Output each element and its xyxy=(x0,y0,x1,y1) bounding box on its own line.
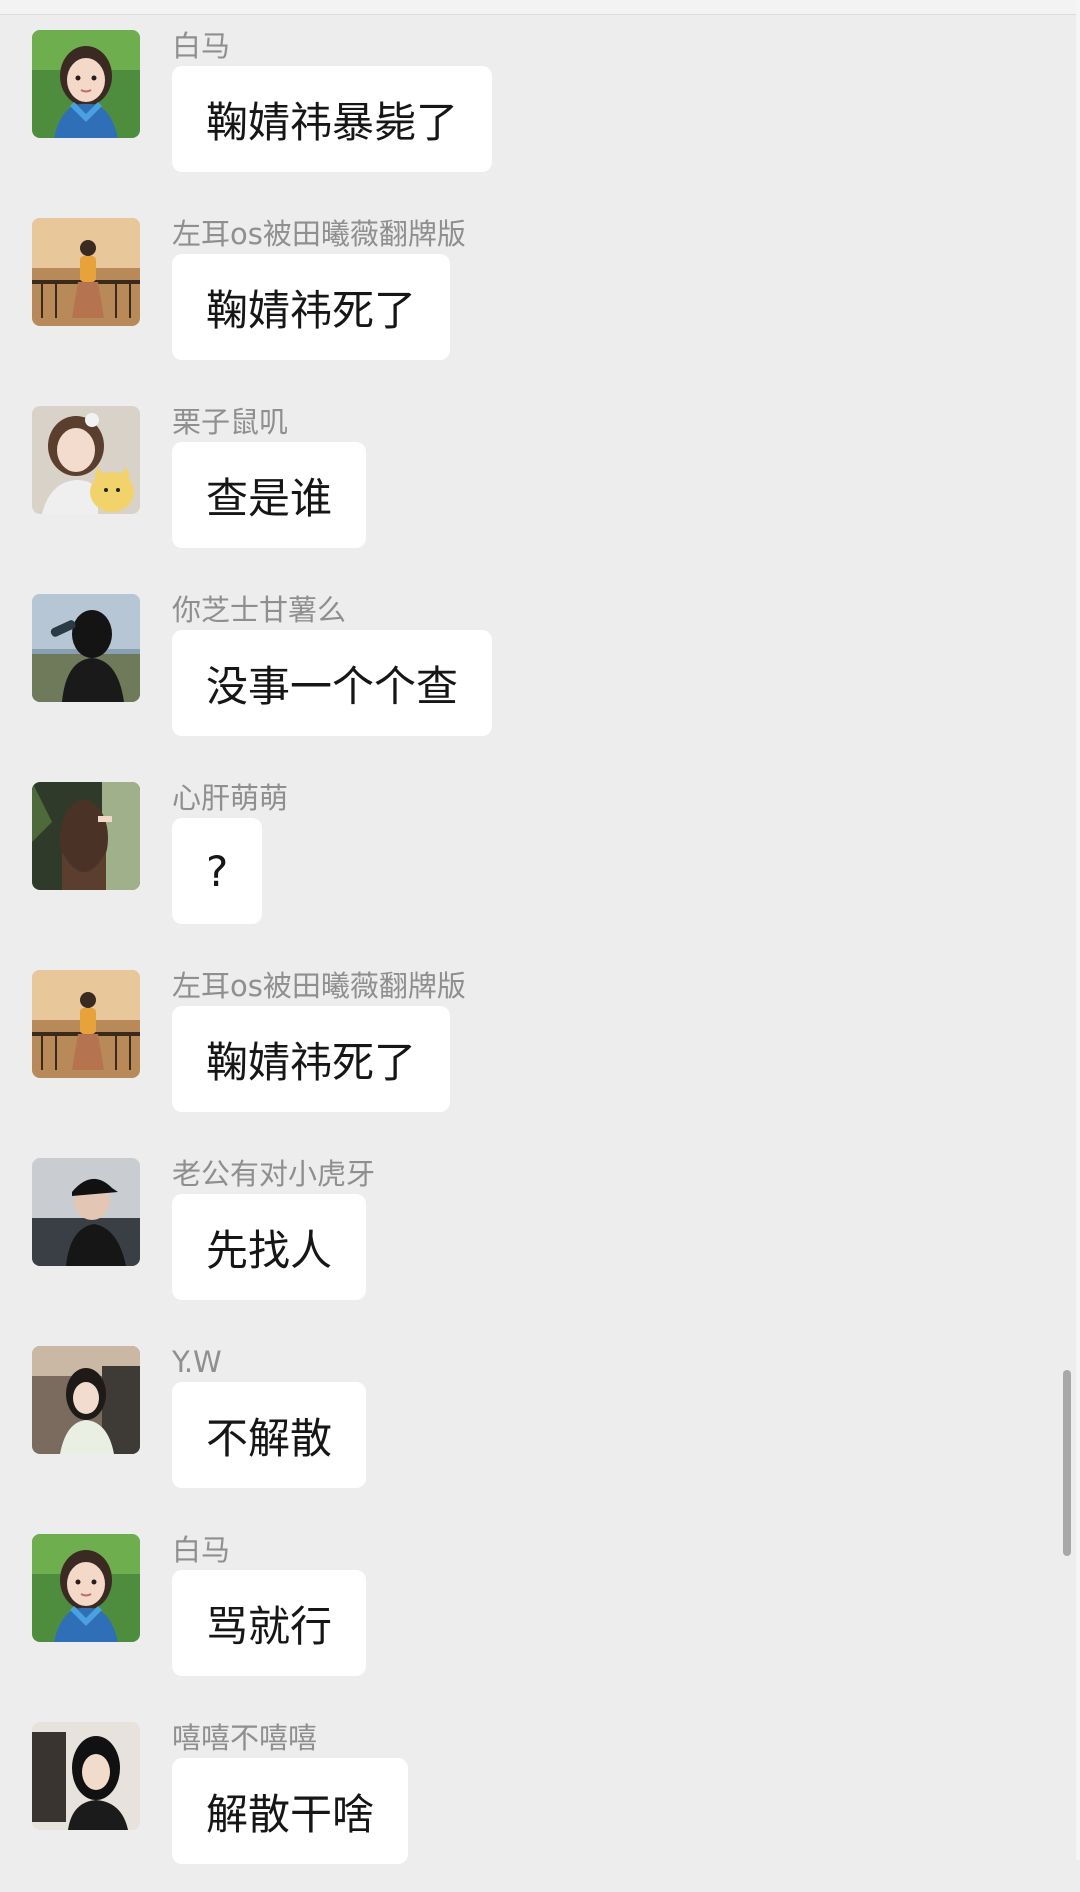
girl-drinking-avatar-icon xyxy=(32,594,140,702)
right-edge-divider xyxy=(1076,0,1080,1860)
avatar[interactable] xyxy=(32,594,140,702)
message-bubble[interactable]: 先找人 xyxy=(172,1194,367,1300)
message-text: ? xyxy=(206,846,229,896)
avatar[interactable] xyxy=(32,1534,140,1642)
girl-black-hair-avatar-icon xyxy=(32,1722,140,1830)
avatar[interactable] xyxy=(32,1158,140,1266)
chat-message: 老公有对小虎牙 先找人 xyxy=(0,1157,1080,1328)
girl-blue-scarf-avatar-icon xyxy=(32,1534,140,1642)
sender-name: 你芝士甘薯么 xyxy=(172,593,347,627)
message-bubble[interactable]: 鞠婧祎死了 xyxy=(172,254,451,360)
message-bubble[interactable]: 解散干啥 xyxy=(172,1758,409,1864)
message-text: 鞠婧祎死了 xyxy=(206,285,417,335)
girl-balcony-avatar-icon xyxy=(32,970,140,1078)
message-text: 鞠婧祎死了 xyxy=(206,1037,417,1087)
avatar[interactable] xyxy=(32,218,140,326)
sender-name: 栗子鼠叽 xyxy=(172,405,289,439)
chat-message: Y.W 不解散 xyxy=(0,1345,1080,1516)
girl-blue-scarf-avatar-icon xyxy=(32,30,140,138)
message-bubble[interactable]: 没事一个个查 xyxy=(172,630,493,736)
sender-name: 白马 xyxy=(172,1533,231,1567)
message-bubble[interactable]: 骂就行 xyxy=(172,1570,367,1676)
sender-name: 左耳os被田曦薇翻牌版 xyxy=(172,217,466,251)
message-text: 查是谁 xyxy=(206,473,333,523)
message-text: 先找人 xyxy=(206,1225,333,1275)
chat-message: 白马 鞠婧祎暴毙了 xyxy=(0,29,1080,200)
chat-message: 左耳os被田曦薇翻牌版 鞠婧祎死了 xyxy=(0,217,1080,388)
avatar[interactable] xyxy=(32,1346,140,1454)
message-text: 骂就行 xyxy=(206,1601,333,1651)
girl-back-view-avatar-icon xyxy=(32,782,140,890)
avatar[interactable] xyxy=(32,406,140,514)
sender-name: 嘻嘻不嘻嘻 xyxy=(172,1721,318,1755)
avatar[interactable] xyxy=(32,1722,140,1830)
sender-name: 老公有对小虎牙 xyxy=(172,1157,376,1191)
scrollbar-thumb[interactable] xyxy=(1063,1370,1071,1556)
sender-name: 心肝萌萌 xyxy=(172,781,289,815)
message-bubble[interactable]: 鞠婧祎暴毙了 xyxy=(172,66,493,172)
chat-message: 你芝士甘薯么 没事一个个查 xyxy=(0,593,1080,764)
chat-message-list[interactable]: 白马 鞠婧祎暴毙了 左耳os被田曦薇翻牌版 鞠婧祎死了 栗子鼠叽 查是谁 你芝士… xyxy=(0,0,1080,1864)
chat-message: 左耳os被田曦薇翻牌版 鞠婧祎死了 xyxy=(0,969,1080,1140)
chat-message: 栗子鼠叽 查是谁 xyxy=(0,405,1080,576)
message-bubble[interactable]: 不解散 xyxy=(172,1382,367,1488)
sender-name: Y.W xyxy=(172,1345,222,1379)
message-text: 没事一个个查 xyxy=(206,661,459,711)
girl-street-avatar-icon xyxy=(32,1346,140,1454)
avatar[interactable] xyxy=(32,970,140,1078)
sender-name: 左耳os被田曦薇翻牌版 xyxy=(172,969,466,1003)
avatar[interactable] xyxy=(32,782,140,890)
chat-message: 心肝萌萌 ? xyxy=(0,781,1080,952)
message-bubble[interactable]: 鞠婧祎死了 xyxy=(172,1006,451,1112)
message-bubble[interactable]: 查是谁 xyxy=(172,442,367,548)
message-text: 不解散 xyxy=(206,1413,333,1463)
message-bubble[interactable]: ? xyxy=(172,818,263,924)
message-text: 解散干啥 xyxy=(206,1789,375,1839)
chat-message: 白马 骂就行 xyxy=(0,1533,1080,1704)
sender-name: 白马 xyxy=(172,29,231,63)
avatar[interactable] xyxy=(32,30,140,138)
girl-cat-toy-avatar-icon xyxy=(32,406,140,514)
man-cap-avatar-icon xyxy=(32,1158,140,1266)
chat-message: 嘻嘻不嘻嘻 解散干啥 xyxy=(0,1721,1080,1892)
girl-balcony-avatar-icon xyxy=(32,218,140,326)
message-text: 鞠婧祎暴毙了 xyxy=(206,97,459,147)
